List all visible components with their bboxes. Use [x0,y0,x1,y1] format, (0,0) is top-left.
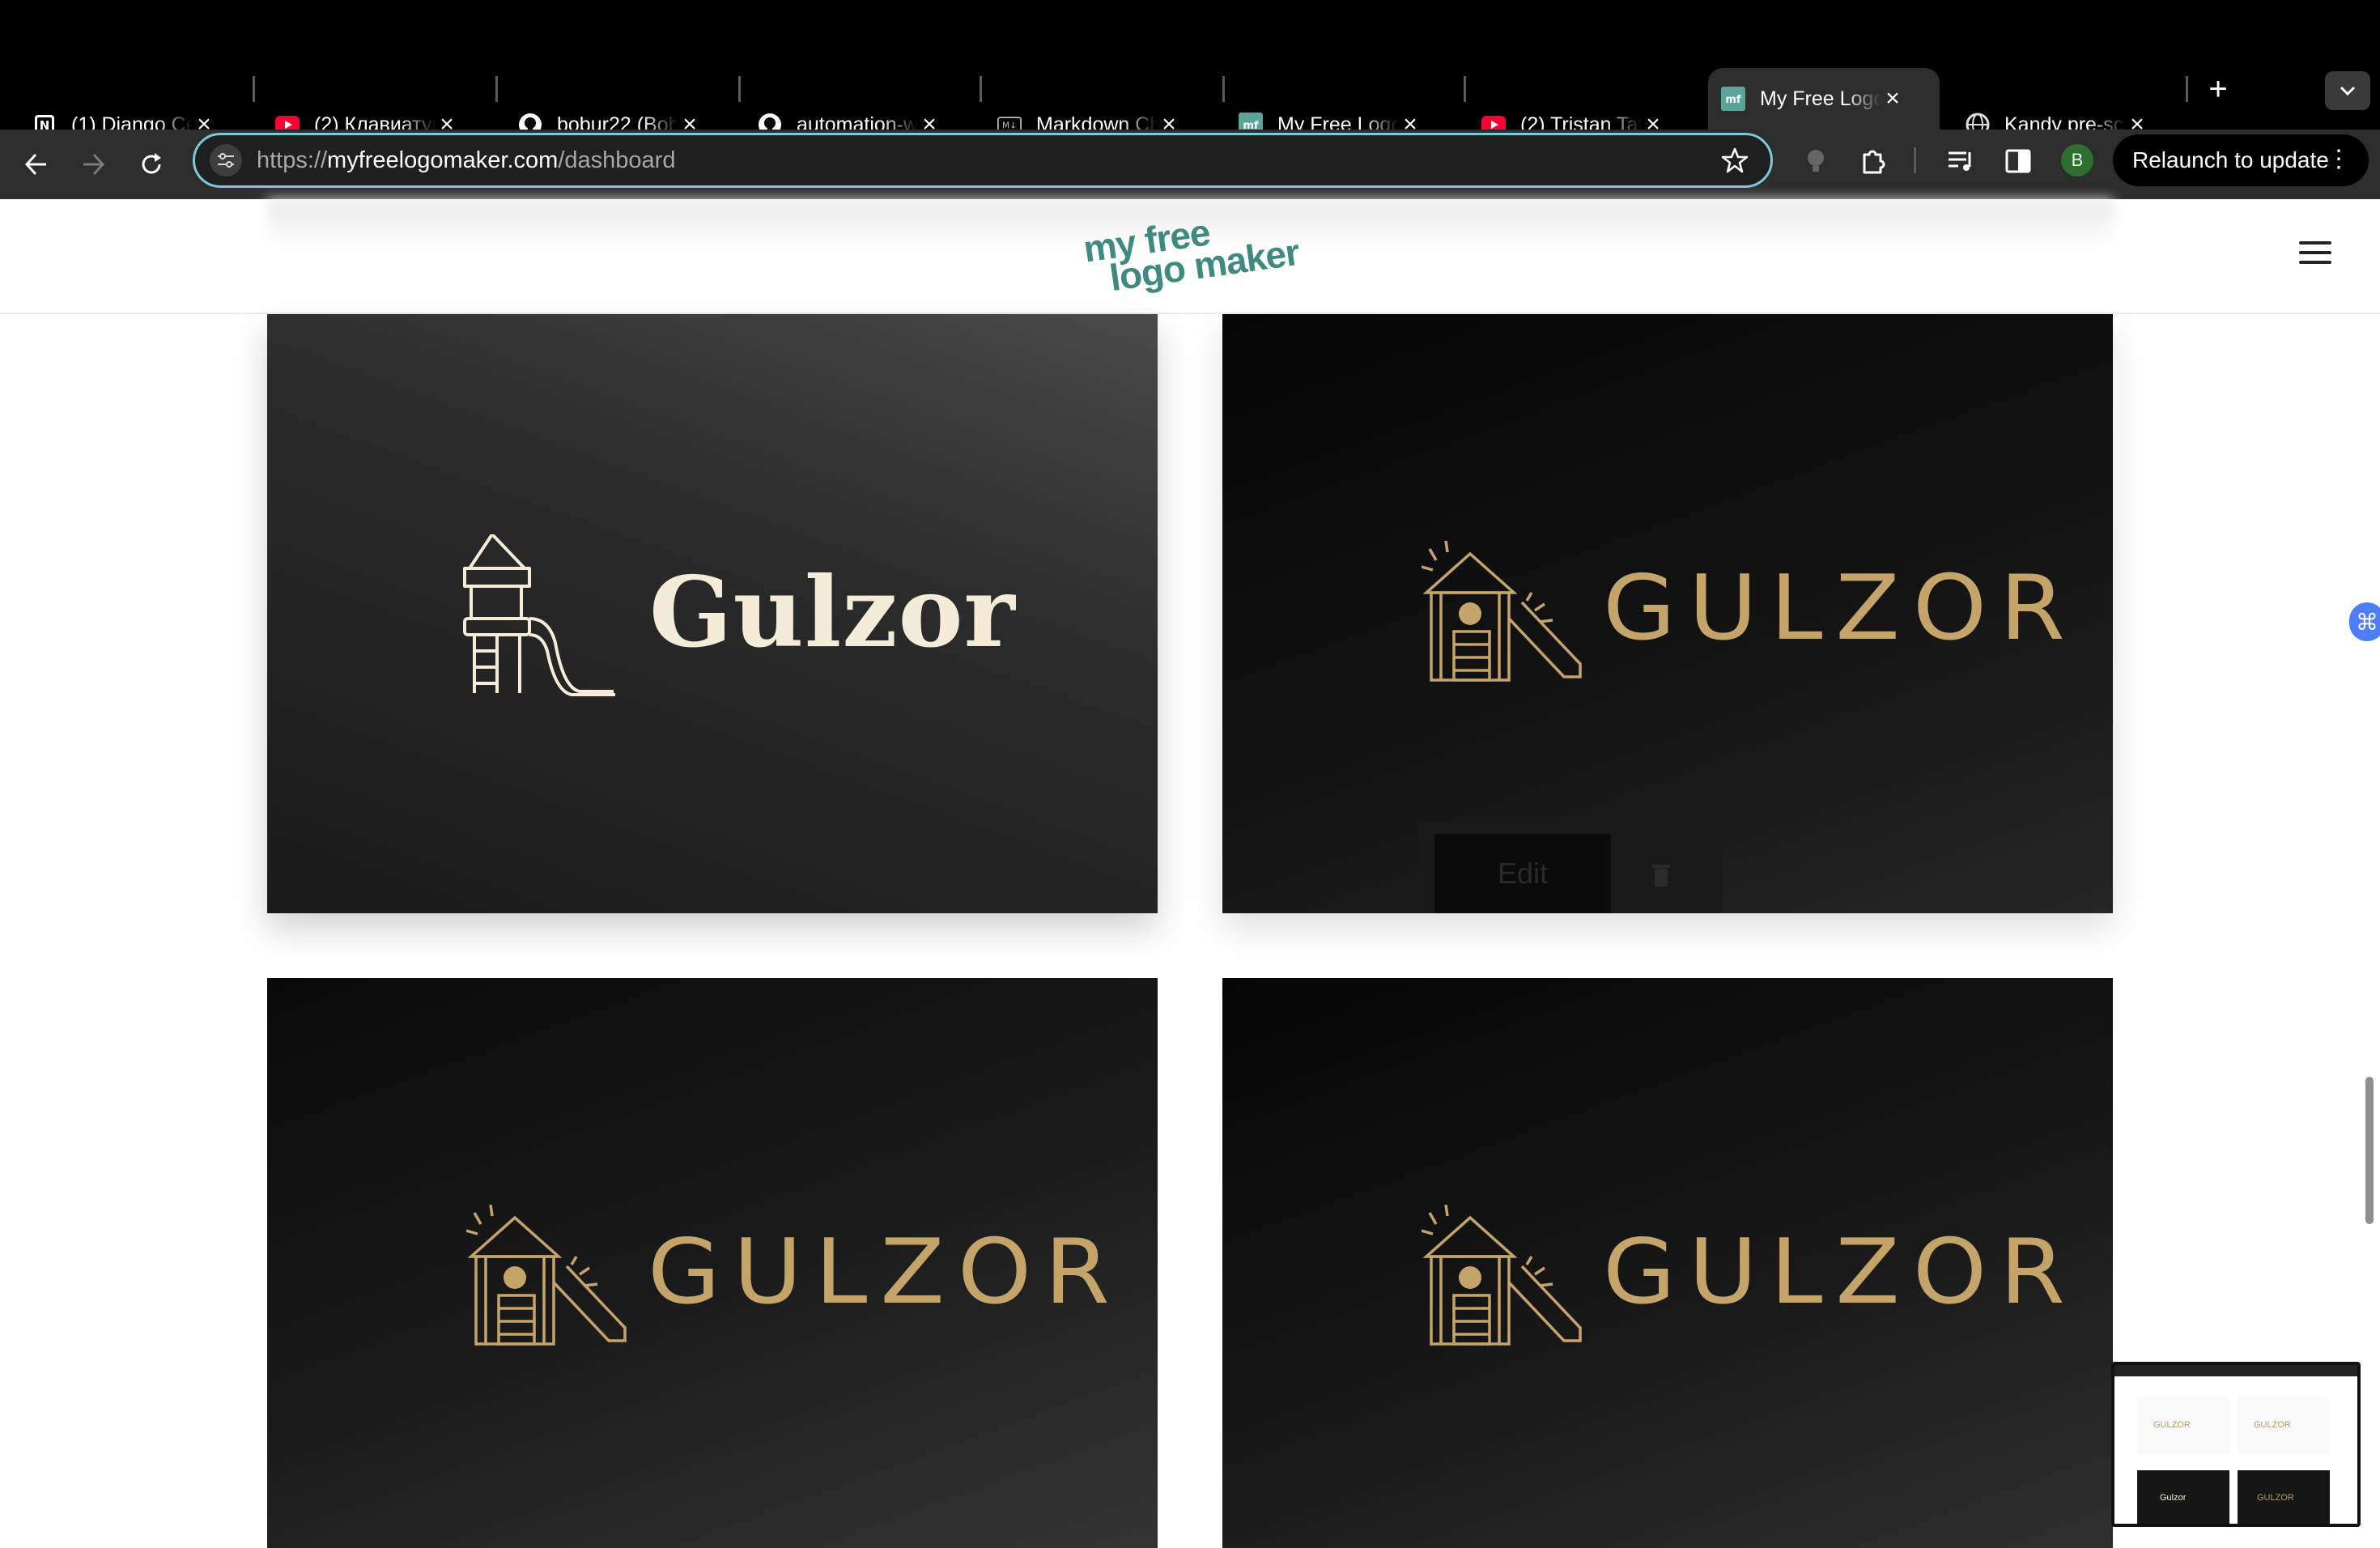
pip-card: GULZOR [2238,1397,2330,1454]
arrow-left-icon [24,153,46,176]
site-info-icon[interactable] [210,144,242,176]
chevron-down-icon [2340,86,2356,96]
extension-lamp-icon[interactable] [1797,142,1834,180]
screenshot-thumbnail-preview[interactable]: GULZOR GULZOR Gulzor GULZOR [2111,1362,2361,1527]
brand-wordmark: GULZOR [1603,556,2078,661]
relaunch-button[interactable]: Relaunch to update ⋮ [2113,134,2369,186]
brand-wordmark: Gulzor [649,555,1016,670]
pip-card: Gulzor [2137,1470,2229,1524]
forward-button[interactable] [73,144,113,185]
reload-icon [142,153,161,174]
brand-wordmark: GULZOR [1603,1220,2078,1325]
playground-slide-icon [1422,1205,1582,1346]
relaunch-label: Relaunch to update [2132,147,2329,172]
more-vert-icon[interactable]: ⋮ [2327,146,2351,173]
hamburger-menu-icon[interactable] [2299,241,2331,269]
site-logo[interactable]: my free logo maker [1077,207,1320,304]
reload-button[interactable] [131,144,172,185]
playground-slide-icon [466,1205,627,1346]
media-queue-icon[interactable] [1943,142,1980,180]
pip-card: GULZOR [2238,1470,2330,1524]
arrow-right-icon [83,153,105,176]
tab-separator [2186,76,2188,102]
toolbar-divider [1914,147,1916,173]
svg-text:mf: mf [1725,94,1741,106]
tab-myfreelogo-active[interactable]: mf My Free Logo × [1708,68,1940,130]
tab-search-button[interactable] [2325,71,2370,110]
trash-icon[interactable] [1643,857,1679,892]
extensions-puzzle-icon[interactable] [1854,142,1891,180]
pip-browser-bar [2114,1365,2357,1376]
new-tab-button[interactable]: + [2202,73,2234,107]
playground-slide-icon [463,534,615,696]
side-panel-icon[interactable] [2000,142,2037,180]
tab-title: My Free Logo [1760,87,1881,110]
address-bar[interactable]: https://myfreelogomaker.com/dashboard [193,133,1773,188]
playground-slide-icon [1422,541,1582,682]
edit-button[interactable]: Edit [1434,834,1611,913]
url-text[interactable]: https://myfreelogomaker.com/dashboard [257,147,1717,174]
logo-card[interactable]: GULZOR [267,978,1158,1548]
myfreelogomaker-icon: mf [1721,87,1745,111]
command-shortcut-icon[interactable]: ⌘ [2349,602,2380,641]
back-button[interactable] [16,144,57,185]
logo-card[interactable]: Gulzor [267,314,1158,913]
profile-avatar[interactable]: B [2061,144,2093,176]
pip-card: GULZOR [2137,1397,2229,1454]
page-scrollbar[interactable] [2365,1077,2374,1224]
brand-wordmark: GULZOR [648,1220,1123,1325]
logo-card[interactable]: GULZOR [1222,978,2113,1548]
close-icon[interactable]: × [1881,85,1904,112]
bookmark-star-icon[interactable] [1717,142,1753,178]
